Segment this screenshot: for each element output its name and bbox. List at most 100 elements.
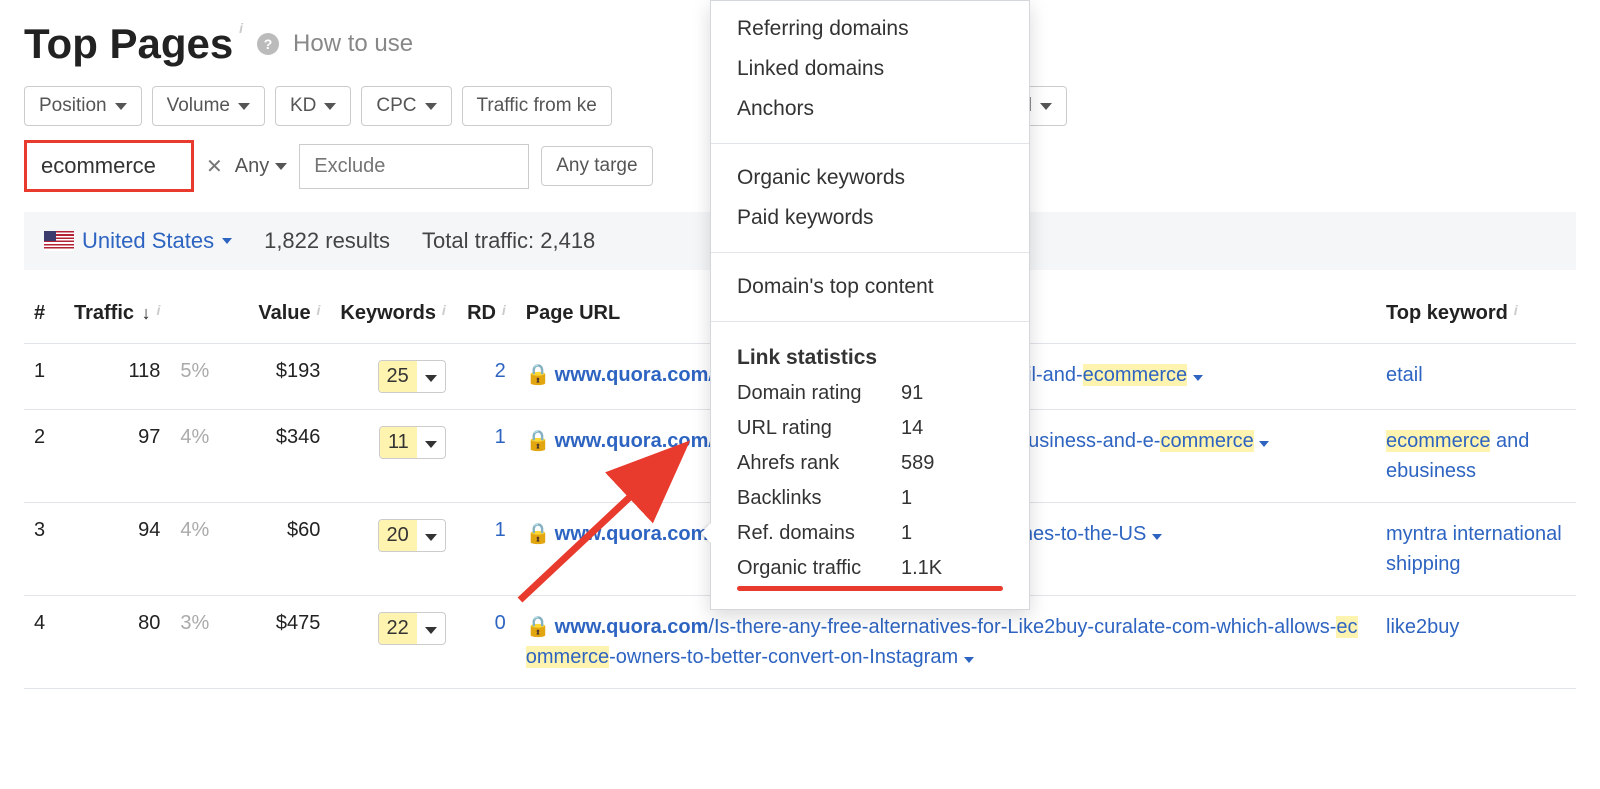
link-stat-row: URL rating 14 bbox=[711, 411, 1029, 446]
link-stat-value: 1 bbox=[901, 487, 912, 510]
row-keywords[interactable]: 25 bbox=[330, 344, 455, 410]
lock-icon: 🔒 bbox=[526, 430, 551, 452]
info-icon: i bbox=[438, 302, 446, 318]
row-rd[interactable]: 1 bbox=[456, 503, 516, 596]
popup-item-paid-keywords[interactable]: Paid keywords bbox=[711, 198, 1029, 238]
row-value: $346 bbox=[230, 410, 330, 503]
row-traffic: 118 bbox=[64, 344, 170, 410]
row-index: 1 bbox=[24, 344, 64, 410]
row-keywords[interactable]: 20 bbox=[330, 503, 455, 596]
row-top-keyword[interactable]: like2buy bbox=[1376, 596, 1576, 689]
col-rd[interactable]: RD i bbox=[456, 284, 516, 344]
link-stat-label: Domain rating bbox=[737, 382, 887, 405]
row-traffic: 80 bbox=[64, 596, 170, 689]
row-traffic: 97 bbox=[64, 410, 170, 503]
col-value[interactable]: Value i bbox=[230, 284, 330, 344]
row-value: $60 bbox=[230, 503, 330, 596]
chevron-down-icon bbox=[1040, 103, 1052, 110]
row-value: $475 bbox=[230, 596, 330, 689]
link-stat-label: URL rating bbox=[737, 417, 887, 440]
chevron-down-icon bbox=[115, 103, 127, 110]
chevron-down-icon bbox=[238, 103, 250, 110]
row-index: 4 bbox=[24, 596, 64, 689]
page-title: Top Pages bbox=[24, 20, 233, 67]
row-index: 2 bbox=[24, 410, 64, 503]
filter-any-target[interactable]: Any targe bbox=[541, 146, 652, 186]
link-stat-row: Ahrefs rank 589 bbox=[711, 446, 1029, 481]
info-icon: i bbox=[498, 302, 506, 318]
popup-item-organic-keywords[interactable]: Organic keywords bbox=[711, 158, 1029, 198]
total-traffic: Total traffic: 2,418 bbox=[422, 228, 595, 254]
filter-position[interactable]: Position bbox=[24, 86, 142, 126]
close-icon[interactable]: ✕ bbox=[206, 154, 223, 179]
info-icon: i bbox=[313, 302, 321, 318]
popup-item-linked-domains[interactable]: Linked domains bbox=[711, 49, 1029, 89]
chevron-down-icon[interactable] bbox=[1152, 534, 1162, 540]
link-stat-value: 1 bbox=[901, 522, 912, 545]
row-traffic-pct: 3% bbox=[170, 596, 230, 689]
filter-traffic-label: Traffic from ke bbox=[477, 95, 597, 117]
match-any-dropdown[interactable]: Any bbox=[235, 155, 287, 178]
link-stat-label: Ref. domains bbox=[737, 522, 887, 545]
col-index[interactable]: # bbox=[24, 284, 64, 344]
chevron-down-icon bbox=[324, 103, 336, 110]
how-to-use-link[interactable]: How to use bbox=[293, 30, 413, 58]
popup-item-anchors[interactable]: Anchors bbox=[711, 89, 1029, 129]
filter-traffic-from-keyword[interactable]: Traffic from ke bbox=[462, 86, 612, 126]
row-rd[interactable]: 0 bbox=[456, 596, 516, 689]
popup-item-referring-domains[interactable]: Referring domains bbox=[711, 9, 1029, 49]
row-index: 3 bbox=[24, 503, 64, 596]
row-top-keyword[interactable]: myntra international shipping bbox=[1376, 503, 1576, 596]
link-stat-row: Organic traffic1.1K bbox=[711, 551, 1029, 586]
chevron-down-icon bbox=[275, 163, 287, 170]
row-keywords[interactable]: 22 bbox=[330, 596, 455, 689]
link-stat-row: Backlinks 1 bbox=[711, 481, 1029, 516]
row-traffic-pct: 4% bbox=[170, 503, 230, 596]
url-context-popup: Referring domains Linked domains Anchors… bbox=[710, 0, 1030, 610]
filter-volume[interactable]: Volume bbox=[152, 86, 265, 126]
flag-us-icon bbox=[44, 231, 74, 251]
col-traffic[interactable]: Traffic ↓ i bbox=[64, 284, 170, 344]
row-rd[interactable]: 1 bbox=[456, 410, 516, 503]
chevron-down-icon[interactable] bbox=[1193, 375, 1203, 381]
sort-desc-icon: ↓ bbox=[142, 303, 151, 324]
row-top-keyword[interactable]: ecommerce and ebusiness bbox=[1376, 410, 1576, 503]
popup-link-stats-heading: Link statistics bbox=[711, 336, 1029, 376]
link-stat-label: Organic traffic bbox=[737, 557, 887, 580]
col-top-keyword[interactable]: Top keyword i bbox=[1376, 284, 1576, 344]
lock-icon: 🔒 bbox=[526, 616, 551, 638]
link-stat-label: Ahrefs rank bbox=[737, 452, 887, 475]
country-name: United States bbox=[82, 228, 214, 254]
highlight-underline bbox=[737, 586, 1003, 591]
link-stat-row: Domain rating 91 bbox=[711, 376, 1029, 411]
link-stat-value: 91 bbox=[901, 382, 923, 405]
row-traffic-pct: 5% bbox=[170, 344, 230, 410]
filter-position-label: Position bbox=[39, 95, 107, 117]
link-stat-value: 14 bbox=[901, 417, 923, 440]
info-icon: i bbox=[235, 20, 243, 36]
exclude-filter-input[interactable] bbox=[299, 144, 529, 189]
row-keywords[interactable]: 11 bbox=[330, 410, 455, 503]
lock-icon: 🔒 bbox=[526, 364, 551, 386]
help-icon[interactable]: ? bbox=[257, 33, 279, 55]
popup-item-top-content[interactable]: Domain's top content bbox=[711, 267, 1029, 307]
chevron-down-icon bbox=[425, 103, 437, 110]
row-top-keyword[interactable]: etail bbox=[1376, 344, 1576, 410]
chevron-down-icon[interactable] bbox=[1259, 441, 1269, 447]
info-icon: i bbox=[153, 302, 161, 318]
chevron-down-icon bbox=[222, 238, 232, 244]
link-stat-value: 589 bbox=[901, 452, 934, 475]
country-selector[interactable]: United States bbox=[44, 228, 232, 254]
filter-cpc[interactable]: CPC bbox=[361, 86, 451, 126]
row-traffic: 94 bbox=[64, 503, 170, 596]
row-value: $193 bbox=[230, 344, 330, 410]
row-traffic-pct: 4% bbox=[170, 410, 230, 503]
filter-kd[interactable]: KD bbox=[275, 86, 351, 126]
chevron-down-icon[interactable] bbox=[964, 657, 974, 663]
info-icon: i bbox=[1510, 302, 1518, 318]
row-rd[interactable]: 2 bbox=[456, 344, 516, 410]
col-keywords[interactable]: Keywords i bbox=[330, 284, 455, 344]
link-stat-label: Backlinks bbox=[737, 487, 887, 510]
include-filter-input[interactable]: ecommerce bbox=[24, 140, 194, 192]
filter-volume-label: Volume bbox=[167, 95, 230, 117]
